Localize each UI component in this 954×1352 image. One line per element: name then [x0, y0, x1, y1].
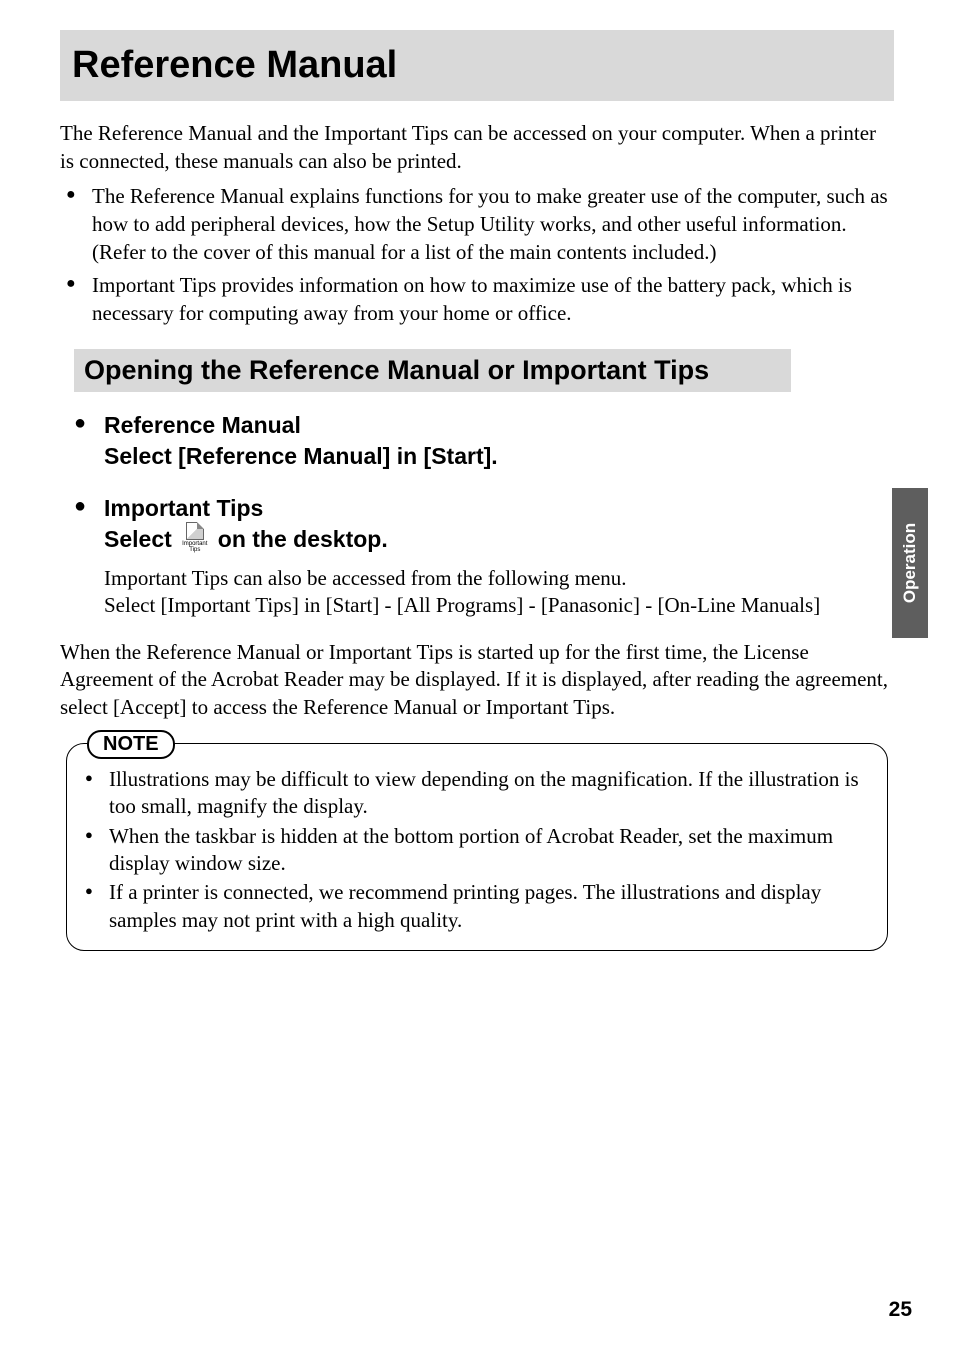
important-tips-desktop-icon: Important Tips — [178, 522, 212, 553]
note-label: NOTE — [87, 730, 175, 759]
list-item: When the taskbar is hidden at the bottom… — [81, 823, 869, 878]
side-tab-operation: Operation — [892, 488, 928, 638]
page-number: 25 — [889, 1298, 912, 1322]
instruction-suffix: on the desktop. — [218, 524, 388, 555]
intro-paragraph: The Reference Manual and the Important T… — [60, 119, 894, 176]
list-item: Illustrations may be difficult to view d… — [81, 766, 869, 821]
page-title: Reference Manual — [72, 44, 882, 87]
note-list: Illustrations may be difficult to view d… — [81, 766, 869, 934]
bullet-icon: ● — [74, 495, 86, 518]
instruction-prefix: Select — [104, 524, 172, 555]
reference-manual-block: ● Reference Manual Select [Reference Man… — [74, 410, 894, 472]
bullet-icon: ● — [74, 412, 86, 435]
important-tips-body: Important Tips can also be accessed from… — [74, 565, 894, 620]
list-item: The Reference Manual explains functions … — [60, 182, 894, 267]
important-tips-instruction: Select Important Tips on the desktop. — [74, 524, 894, 555]
title-bar: Reference Manual — [60, 30, 894, 101]
icon-label: Important Tips — [178, 541, 212, 553]
important-tips-block: ● Important Tips Select Important Tips o… — [74, 493, 894, 620]
list-item: If a printer is connected, we recommend … — [81, 879, 869, 934]
body-line: Important Tips can also be accessed from… — [104, 565, 894, 592]
body-line: Select [Important Tips] in [Start] - [Al… — [104, 592, 894, 619]
side-tab-label: Operation — [900, 523, 920, 603]
list-item: Important Tips provides information on h… — [60, 271, 894, 328]
license-agreement-paragraph: When the Reference Manual or Important T… — [60, 639, 894, 721]
section-heading: Opening the Reference Manual or Importan… — [74, 349, 791, 392]
important-tips-title: Important Tips — [104, 493, 894, 524]
main-bullet-list: The Reference Manual explains functions … — [60, 182, 894, 328]
reference-manual-instruction: Select [Reference Manual] in [Start]. — [74, 441, 894, 472]
note-box: NOTE Illustrations may be difficult to v… — [66, 743, 888, 951]
document-icon — [186, 522, 204, 540]
reference-manual-title: Reference Manual — [104, 410, 894, 441]
